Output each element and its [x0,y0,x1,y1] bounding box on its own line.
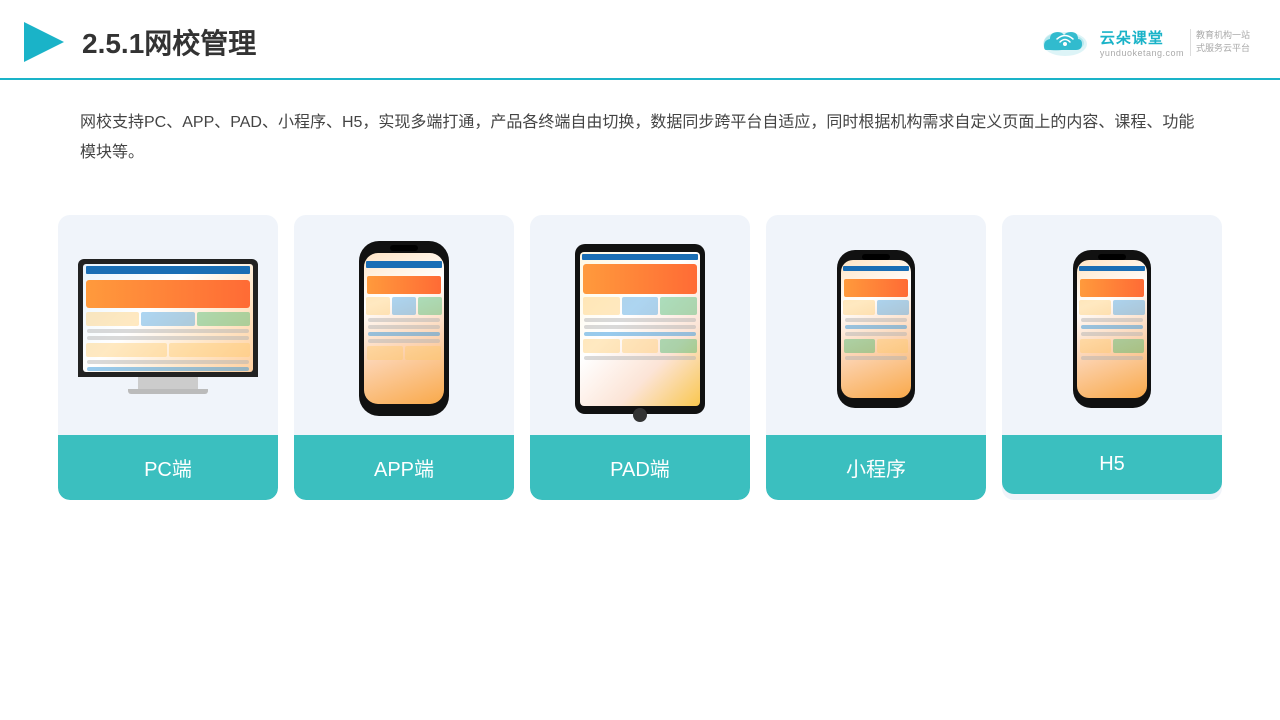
logo-area: 云朵课堂 yunduoketang.com 教育机构一站 式服务云平台 [1036,22,1250,62]
tablet-device [575,244,705,414]
card-app: APP端 [294,215,514,500]
card-h5-label: H5 [1002,435,1222,494]
card-miniapp-label: 小程序 [766,435,986,500]
phone-miniapp-device [837,250,915,408]
card-pad-label: PAD端 [530,435,750,500]
card-h5-image [1002,215,1222,435]
logo-url-text: yunduoketang.com [1100,48,1184,58]
play-icon [20,18,68,66]
page-title: 2.5.1网校管理 [82,22,256,62]
header-left: 2.5.1网校管理 [20,18,256,66]
cards-container: PC端 [0,195,1280,500]
logo-tagline: 教育机构一站 式服务云平台 [1190,29,1250,56]
card-pc: PC端 [58,215,278,500]
card-pc-label: PC端 [58,435,278,500]
logo-main-text: 云朵课堂 [1100,27,1184,48]
card-app-image [294,215,514,435]
logo-icon [1036,22,1094,62]
card-app-label: APP端 [294,435,514,500]
card-pc-image [58,215,278,435]
header: 2.5.1网校管理 云朵课堂 yunduoketang.com 教育机构一站 式… [0,0,1280,80]
phone-app-device [359,241,449,416]
monitor-device [78,259,258,399]
phone-h5-device [1073,250,1151,408]
card-miniapp-image [766,215,986,435]
card-miniapp: 小程序 [766,215,986,500]
description-text: 网校支持PC、APP、PAD、小程序、H5，实现多端打通，产品各终端自由切换，数… [0,80,1280,185]
card-pad: PAD端 [530,215,750,500]
card-pad-image [530,215,750,435]
card-h5: H5 [1002,215,1222,500]
logo-text-block: 云朵课堂 yunduoketang.com [1100,27,1184,58]
